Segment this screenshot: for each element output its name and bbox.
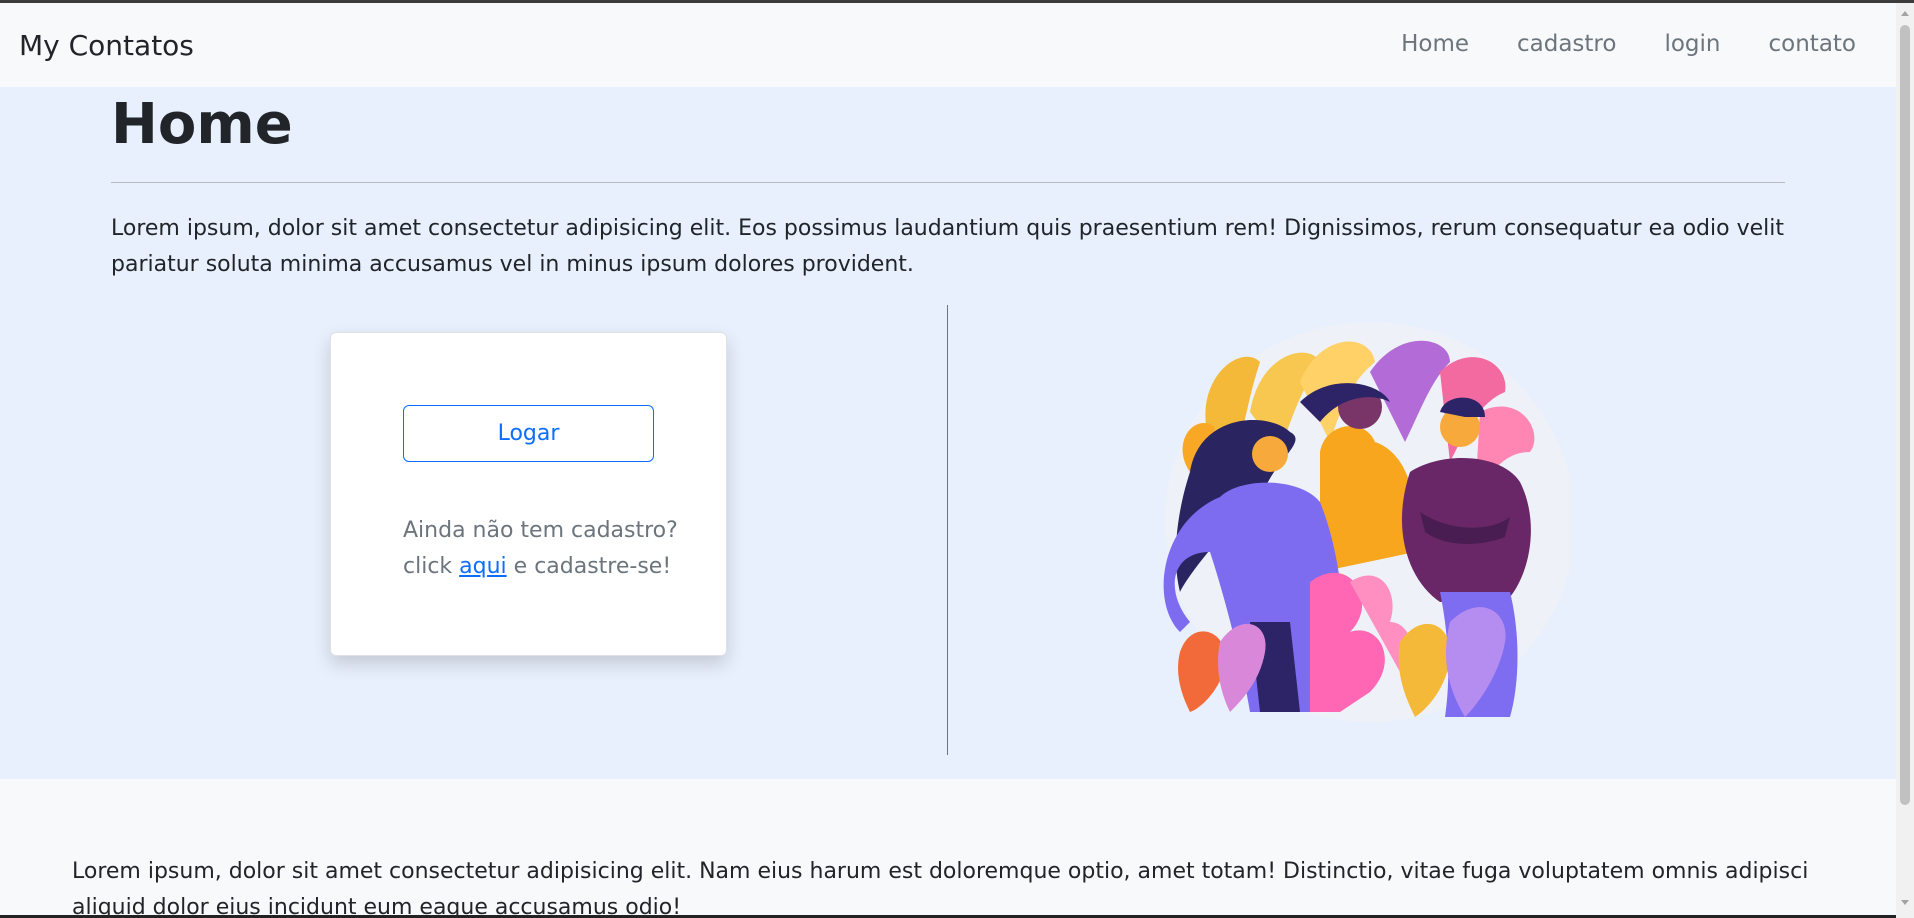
login-card: Logar Ainda não tem cadastro? click aqui… bbox=[330, 332, 727, 656]
scroll-down-arrow-icon[interactable] bbox=[1899, 896, 1911, 908]
nav-link-home[interactable]: Home bbox=[1401, 31, 1469, 57]
nav-links: Home cadastro login contato bbox=[1401, 31, 1856, 57]
title-divider bbox=[111, 182, 1785, 183]
signup-prefix: click bbox=[403, 554, 453, 579]
hero-section: Home Lorem ipsum, dolor sit amet consect… bbox=[0, 87, 1896, 779]
nav-link-contato[interactable]: contato bbox=[1769, 31, 1857, 57]
page-title: Home bbox=[111, 92, 293, 157]
nav-link-cadastro[interactable]: cadastro bbox=[1517, 31, 1616, 57]
signup-link[interactable]: aqui bbox=[459, 554, 507, 579]
brand-logo[interactable]: My Contatos bbox=[19, 29, 194, 62]
people-illustration bbox=[1163, 322, 1570, 722]
scroll-up-arrow-icon[interactable] bbox=[1899, 8, 1911, 20]
signup-suffix: e cadastre-se! bbox=[513, 554, 672, 579]
vertical-divider bbox=[947, 305, 948, 755]
logar-button[interactable]: Logar bbox=[403, 405, 654, 462]
footer-text: Lorem ipsum, dolor sit amet consectetur … bbox=[72, 859, 1809, 918]
signup-note: Ainda não tem cadastro? click aqui e cad… bbox=[403, 513, 678, 585]
scrollbar-thumb[interactable] bbox=[1900, 25, 1910, 805]
intro-text: Lorem ipsum, dolor sit amet consectetur … bbox=[111, 216, 1784, 277]
nav-link-login[interactable]: login bbox=[1664, 31, 1720, 57]
signup-question: Ainda não tem cadastro? bbox=[403, 518, 678, 543]
navbar: My Contatos Home cadastro login contato bbox=[0, 3, 1896, 87]
signup-line: click aqui e cadastre-se! bbox=[403, 549, 678, 585]
